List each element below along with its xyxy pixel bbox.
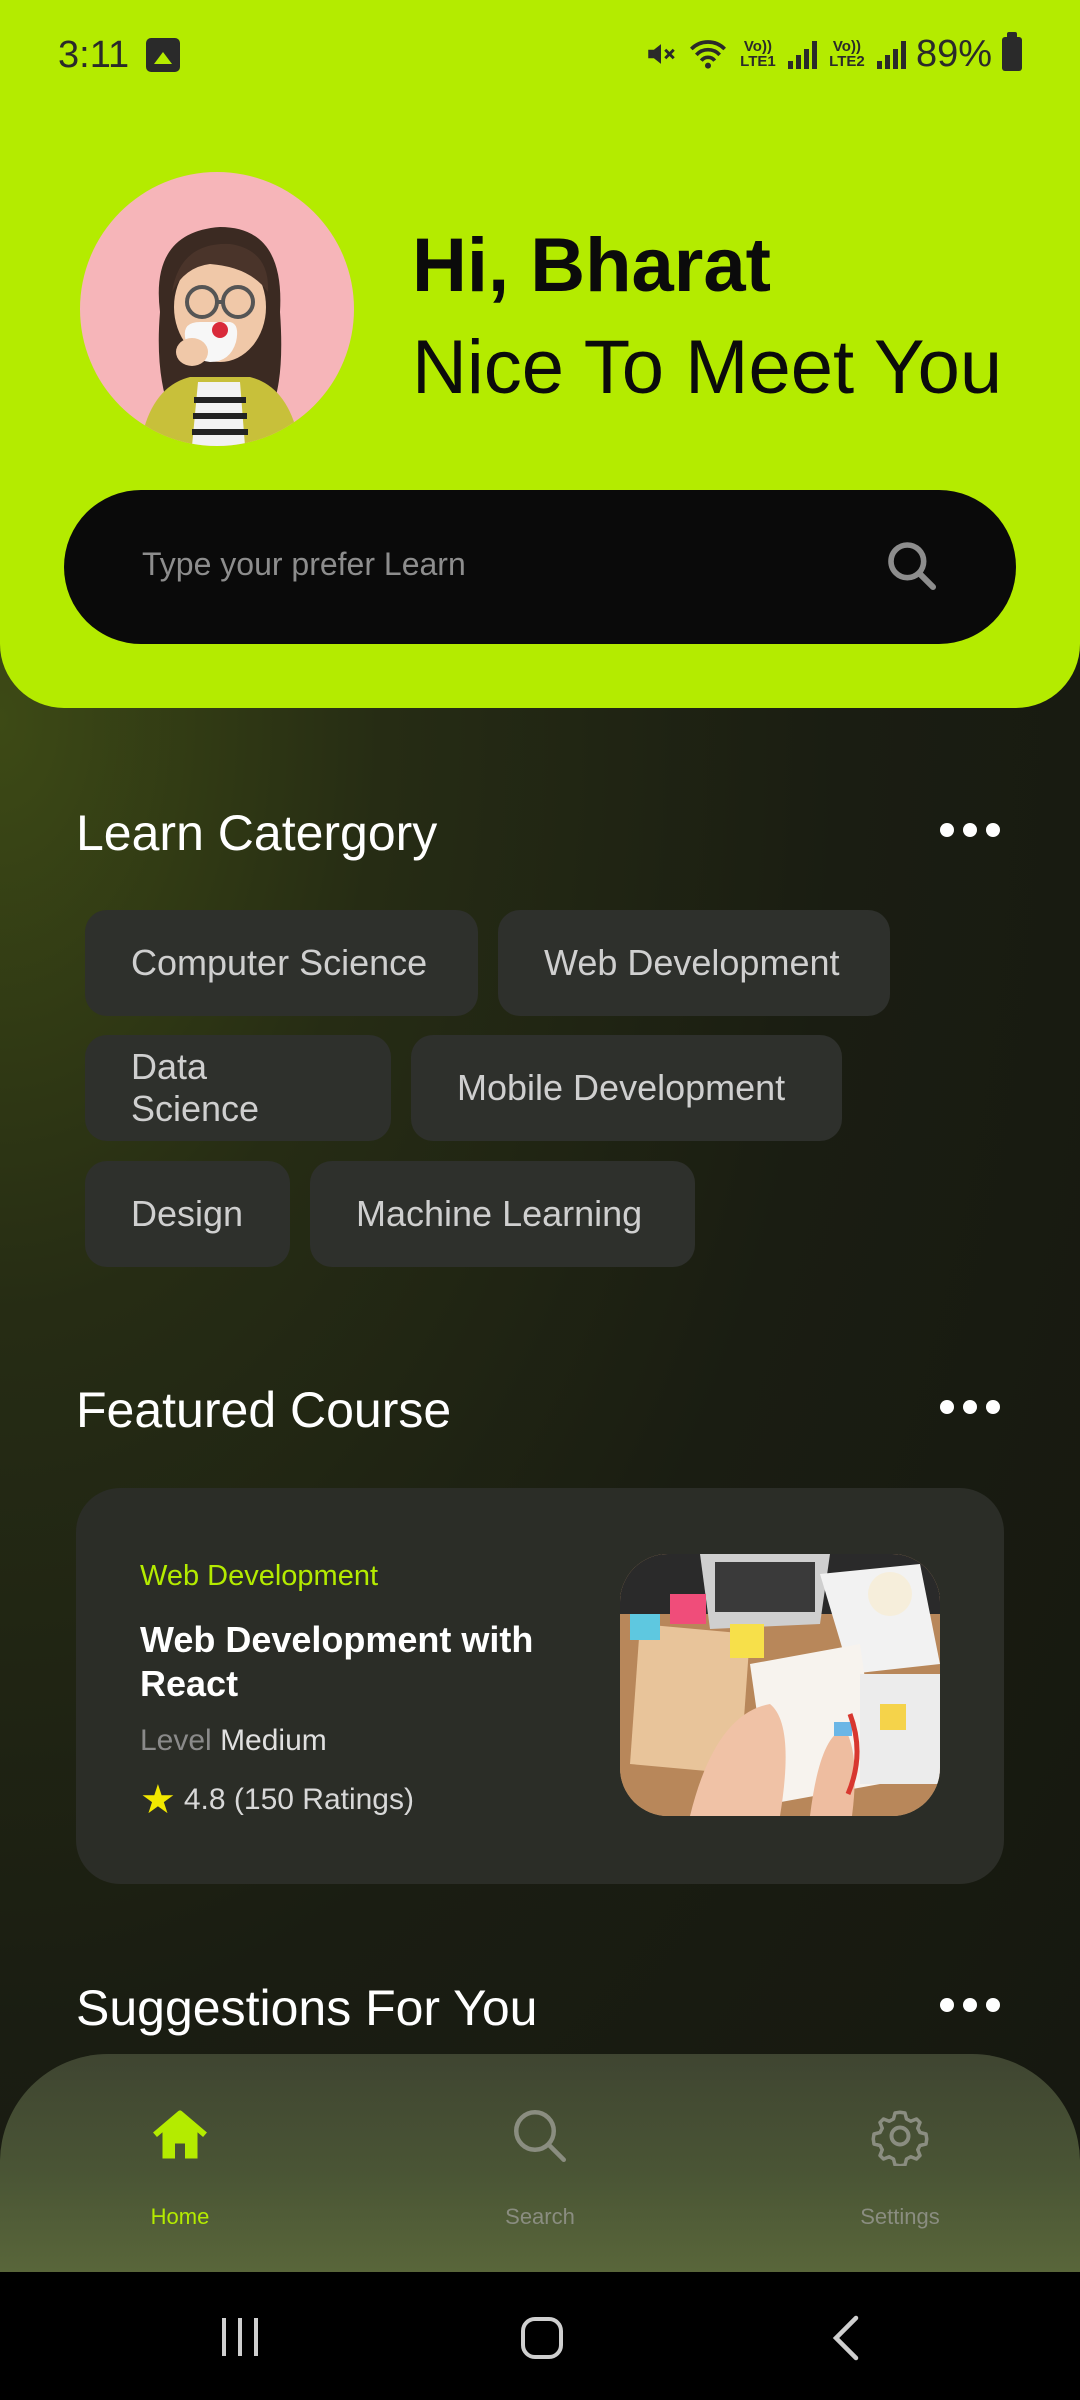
nav-settings[interactable]: Settings <box>780 2054 1020 2272</box>
categories-title: Learn Catergory <box>76 805 438 861</box>
course-category: Web Development <box>140 1560 379 1592</box>
course-title: Web Development with React <box>140 1619 534 1704</box>
categories-more-icon[interactable] <box>940 823 1000 837</box>
bottom-nav: Home Search Settings <box>0 2054 1080 2272</box>
category-chip[interactable]: Web Development <box>498 910 890 1016</box>
featured-title: Featured Course <box>76 1382 452 1438</box>
status-time: 3:11 <box>58 34 130 76</box>
lte1-label: Vo)) LTE1 <box>740 38 776 70</box>
header: 3:11 Vo)) LTE1 Vo)) LTE2 89% Hi, Bharat … <box>0 0 1080 708</box>
avatar-memoji-icon <box>140 227 300 446</box>
greeting-name: Hi, Bharat <box>412 223 771 308</box>
course-rating: ★ 4.8 (150 Ratings) <box>140 1780 414 1820</box>
avatar[interactable] <box>80 172 354 446</box>
desk-photo-icon <box>620 1554 940 1816</box>
lte2-label: Vo)) LTE2 <box>829 38 865 70</box>
nav-home[interactable]: Home <box>60 2054 300 2272</box>
course-thumbnail <box>620 1554 940 1816</box>
course-level: Level Medium <box>140 1724 327 1758</box>
status-bar: 3:11 Vo)) LTE1 Vo)) LTE2 89% <box>0 0 1080 110</box>
home-icon <box>153 2110 207 2159</box>
signal-icon <box>787 39 817 69</box>
nav-search[interactable]: Search <box>420 2054 660 2272</box>
category-chip[interactable]: Data Science <box>85 1035 391 1141</box>
gallery-icon <box>146 38 180 72</box>
status-icons: Vo)) LTE1 Vo)) LTE2 89% <box>644 30 1022 78</box>
recents-icon[interactable] <box>218 2316 262 2358</box>
home-button-icon[interactable] <box>520 2316 564 2360</box>
suggestions-title: Suggestions For You <box>76 1980 538 2036</box>
battery-percent: 89% <box>915 32 992 75</box>
battery-icon <box>1002 32 1022 71</box>
star-icon: ★ <box>140 1778 176 1822</box>
search-icon[interactable] <box>884 538 940 594</box>
mute-icon <box>648 44 675 64</box>
back-icon[interactable] <box>828 2314 862 2362</box>
nav-home-label: Home <box>150 2204 210 2229</box>
search-input[interactable]: Type your prefer Learn <box>64 490 1016 644</box>
search-placeholder: Type your prefer Learn <box>142 546 466 582</box>
nav-settings-label: Settings <box>860 2204 940 2229</box>
system-nav-bar <box>0 2272 1080 2400</box>
gear-icon <box>871 2110 929 2166</box>
search-icon <box>514 2110 566 2162</box>
category-chip[interactable]: Computer Science <box>85 910 478 1016</box>
nav-search-label: Search <box>505 2204 575 2229</box>
level-label: Level <box>140 1724 212 1757</box>
greeting-subtitle: Nice To Meet You <box>412 325 1003 410</box>
wifi-icon <box>689 40 726 69</box>
rating-text: 4.8 (150 Ratings) <box>183 1783 414 1816</box>
category-chip[interactable]: Machine Learning <box>310 1161 695 1267</box>
featured-more-icon[interactable] <box>940 1400 1000 1414</box>
category-chip[interactable]: Mobile Development <box>411 1035 842 1141</box>
level-value: Medium <box>220 1724 327 1757</box>
suggestions-more-icon[interactable] <box>940 1998 1000 2012</box>
signal-icon-2 <box>876 39 906 69</box>
category-chip[interactable]: Design <box>85 1161 290 1267</box>
featured-course-card[interactable]: Web Development Web Development with Rea… <box>76 1488 1004 1884</box>
